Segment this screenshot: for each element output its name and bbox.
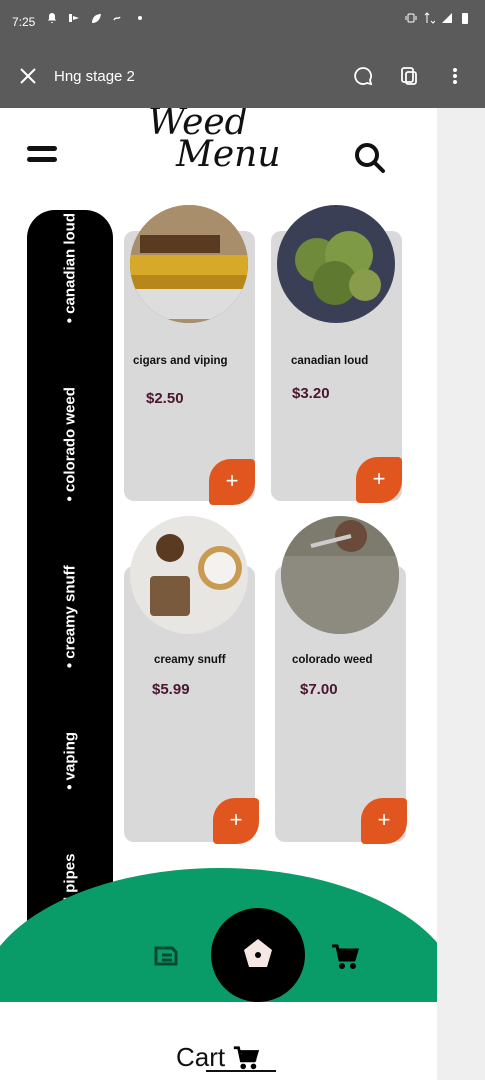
system-icons bbox=[405, 12, 471, 24]
dot-icon bbox=[138, 16, 142, 20]
more-icon[interactable] bbox=[444, 65, 466, 87]
menu-line bbox=[27, 157, 57, 162]
battery-icon bbox=[462, 13, 468, 24]
product-image bbox=[130, 205, 248, 323]
vibrate-icon bbox=[405, 13, 417, 23]
copy-icon[interactable] bbox=[398, 65, 420, 87]
toolbar-title: Hng stage 2 bbox=[54, 68, 135, 85]
product-image bbox=[277, 205, 395, 323]
category-item[interactable]: • canadian loud bbox=[62, 213, 79, 323]
cart-underline bbox=[206, 1070, 276, 1072]
product-card[interactable]: canadian loud $3.20 + bbox=[271, 205, 402, 503]
add-to-cart-button[interactable]: + bbox=[209, 459, 255, 505]
cart-label[interactable]: Cart bbox=[176, 1042, 225, 1073]
product-image bbox=[130, 516, 248, 634]
product-name: canadian loud bbox=[291, 355, 369, 367]
category-list: • cigar and pipes • vaping • creamy snuf… bbox=[62, 213, 79, 973]
category-item[interactable]: • vaping bbox=[62, 732, 79, 790]
status-time: 7:25 bbox=[12, 15, 36, 29]
coin-icon[interactable] bbox=[152, 942, 180, 970]
category-sidebar: • cigar and pipes • vaping • creamy snuf… bbox=[27, 210, 113, 976]
add-to-cart-button[interactable]: + bbox=[213, 798, 259, 844]
lte-icon bbox=[424, 12, 435, 24]
add-to-cart-button[interactable]: + bbox=[361, 798, 407, 844]
product-name: creamy snuff bbox=[154, 654, 226, 666]
chat-icon[interactable] bbox=[352, 65, 374, 87]
menu-line bbox=[27, 146, 57, 151]
page-gutter bbox=[437, 108, 485, 1080]
product-card[interactable]: cigars and viping $2.50 + bbox=[124, 205, 255, 505]
custom-tab-toolbar: Hng stage 2 bbox=[0, 44, 485, 108]
hamburger-menu-button[interactable] bbox=[27, 146, 57, 172]
product-price: $7.00 bbox=[300, 681, 338, 698]
add-to-cart-button[interactable]: + bbox=[356, 457, 402, 503]
product-name: cigars and viping bbox=[133, 355, 228, 367]
leaf-icon bbox=[92, 14, 101, 23]
cast-icon bbox=[69, 14, 79, 22]
category-item[interactable]: • colorado weed bbox=[62, 387, 79, 501]
link-icon bbox=[113, 16, 121, 21]
cart-icon[interactable] bbox=[232, 1044, 260, 1072]
home-button[interactable] bbox=[211, 908, 305, 1002]
status-bar: 7:25 bbox=[0, 0, 485, 44]
home-icon bbox=[244, 939, 272, 967]
search-icon[interactable] bbox=[352, 140, 388, 176]
close-icon[interactable] bbox=[18, 66, 38, 86]
product-price: $5.99 bbox=[152, 681, 190, 698]
product-card[interactable]: colorado weed $7.00 + bbox=[275, 516, 407, 844]
signal-icon bbox=[442, 13, 452, 23]
product-price: $3.20 bbox=[292, 385, 330, 402]
notification-icons bbox=[46, 12, 146, 24]
product-name: colorado weed bbox=[292, 654, 373, 666]
product-card[interactable]: creamy snuff $5.99 + bbox=[124, 516, 259, 844]
category-item[interactable]: • creamy snuff bbox=[62, 565, 79, 668]
product-price: $2.50 bbox=[146, 390, 184, 407]
cart-icon[interactable] bbox=[330, 942, 360, 972]
product-image bbox=[281, 516, 399, 634]
app-page: Weed Menu • cigar and pipes • vaping • c… bbox=[0, 108, 437, 1080]
logo-line2: Menu bbox=[176, 134, 281, 175]
app-logo: Weed Menu bbox=[140, 108, 281, 176]
bell-icon bbox=[48, 13, 56, 23]
